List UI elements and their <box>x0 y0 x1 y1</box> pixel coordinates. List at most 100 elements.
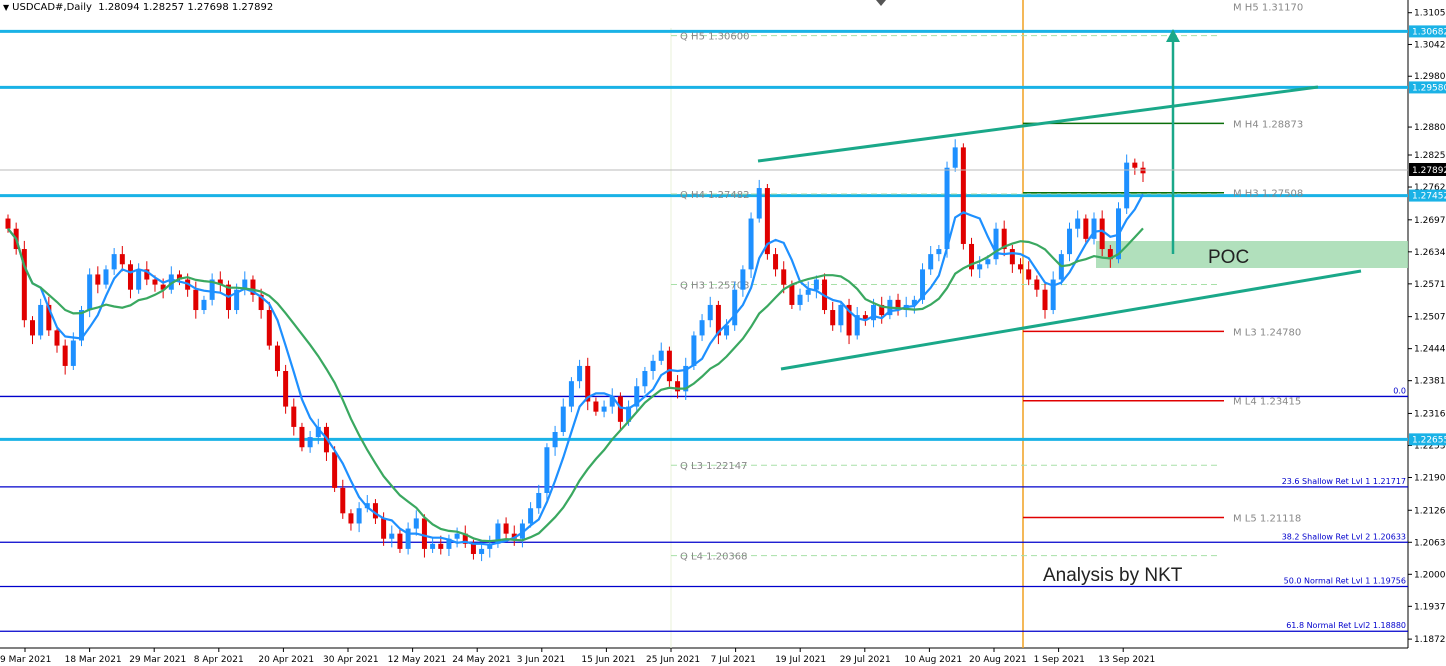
candle-body <box>773 254 779 270</box>
candle-body <box>1009 249 1015 265</box>
fib-level-label: 23.6 Shallow Ret Lvl 1 1.21717 <box>1282 477 1406 486</box>
candle-body <box>830 310 836 326</box>
candle <box>568 377 574 413</box>
time-axis: 9 Mar 2021 18 Mar 2021 29 Mar 2021 8 Apr 20… <box>0 647 1408 665</box>
candle <box>1042 283 1048 319</box>
candle <box>413 510 419 536</box>
candle <box>879 296 885 324</box>
candle <box>609 388 615 414</box>
candle-body <box>438 543 444 549</box>
candle-body <box>732 289 738 326</box>
candle <box>813 275 819 299</box>
candle-body <box>1124 162 1130 209</box>
candle <box>1075 210 1081 238</box>
ohlc-values: 1.28094 1.28257 1.27698 1.27892 <box>98 2 274 13</box>
price-tick-label: 1.19370 <box>1414 602 1446 612</box>
candle-body <box>544 447 550 493</box>
candle-body <box>1067 228 1073 255</box>
candle <box>356 502 362 533</box>
author-label: Analysis by NKT <box>1043 565 1183 586</box>
date-tick-label: 13 Sep 2021 <box>1098 655 1155 665</box>
candle <box>1034 275 1040 297</box>
candle-body <box>29 320 35 336</box>
candle <box>560 398 566 437</box>
candle-body <box>691 335 697 366</box>
candle-body <box>87 274 93 311</box>
candle <box>127 260 133 299</box>
candle <box>389 525 395 548</box>
candle <box>446 534 452 557</box>
chart-header: ▼ USDCAD#,Daily 1.28094 1.28257 1.27698 1… <box>3 2 273 13</box>
candle-body <box>479 548 485 554</box>
candle <box>928 245 934 275</box>
candle <box>658 342 664 365</box>
date-tick-label: 1 Sep 2021 <box>1034 655 1085 665</box>
candle <box>715 300 721 345</box>
candle <box>21 240 27 328</box>
candle-body <box>617 396 623 422</box>
candle-body <box>838 304 844 326</box>
candle-body <box>675 381 681 392</box>
candle <box>340 479 346 519</box>
candle <box>846 298 852 345</box>
candle <box>503 517 509 540</box>
candle <box>675 375 681 399</box>
candle-body <box>748 218 754 270</box>
date-tick-label: 25 Jun 2021 <box>646 655 700 665</box>
dropdown-triangle-icon[interactable]: ▼ <box>3 3 9 12</box>
candle-body <box>805 289 811 295</box>
fib-level-label: 0.0 <box>1393 386 1406 395</box>
poc-zone <box>1096 241 1408 268</box>
candle-body <box>62 345 68 366</box>
date-tick-label: 18 Mar 2021 <box>65 655 122 665</box>
candle <box>748 212 754 279</box>
candle-body <box>54 330 60 346</box>
price-tick-label: 1.20630 <box>1414 538 1446 548</box>
price-chart[interactable]: 1.310501.304251.298001.288001.282501.276… <box>0 0 1446 666</box>
candle <box>536 484 542 514</box>
date-tick-label: 7 Jul 2021 <box>711 655 756 665</box>
candle-body <box>577 365 583 382</box>
candle-body <box>781 269 787 285</box>
candle-body <box>601 406 607 412</box>
candle <box>634 378 640 413</box>
candle <box>1091 212 1097 245</box>
candle-body <box>536 492 542 509</box>
candle <box>479 542 485 562</box>
candle-body <box>5 218 11 229</box>
date-tick-label: 15 Jun 2021 <box>581 655 635 665</box>
monthly-pivot-label: M H4 1.28873 <box>1233 119 1303 130</box>
candle-body <box>797 294 803 305</box>
candle <box>487 535 493 558</box>
chart-shift-marker[interactable] <box>876 0 886 6</box>
candle-body <box>454 533 460 539</box>
price-tag-label: 1.30682 <box>1412 27 1446 37</box>
price-tag-label: 1.29580 <box>1412 83 1446 93</box>
candle-body <box>111 254 117 270</box>
candle-body <box>291 406 297 427</box>
date-tick-label: 20 Apr 2021 <box>258 655 314 665</box>
candle-body <box>936 249 942 255</box>
candle <box>430 537 436 553</box>
candle <box>960 143 966 250</box>
candle <box>348 509 354 531</box>
candle-body <box>152 279 158 285</box>
price-tick-label: 1.25070 <box>1414 313 1446 323</box>
price-tick-label: 1.21260 <box>1414 506 1446 516</box>
candle <box>797 288 803 311</box>
fib-level-label: 38.2 Shallow Ret Lvl 2 1.20633 <box>1282 532 1406 541</box>
candle <box>397 529 403 553</box>
candle-body <box>1018 264 1024 270</box>
quarterly-pivot-label: Q H5 1.30600 <box>680 32 749 43</box>
candle-body <box>1075 218 1081 229</box>
candle-body <box>952 147 958 168</box>
candle-body <box>356 508 362 524</box>
candle-body <box>103 269 109 285</box>
candle-body <box>413 518 419 529</box>
date-tick-label: 30 Apr 2021 <box>323 655 379 665</box>
date-tick-label: 3 Jun 2021 <box>517 655 565 665</box>
symbol-label: USDCAD#,Daily <box>12 2 92 13</box>
candle-body <box>1140 167 1146 174</box>
date-tick-label: 29 Mar 2021 <box>129 655 186 665</box>
price-tag-label: 1.27452 <box>1412 192 1446 202</box>
